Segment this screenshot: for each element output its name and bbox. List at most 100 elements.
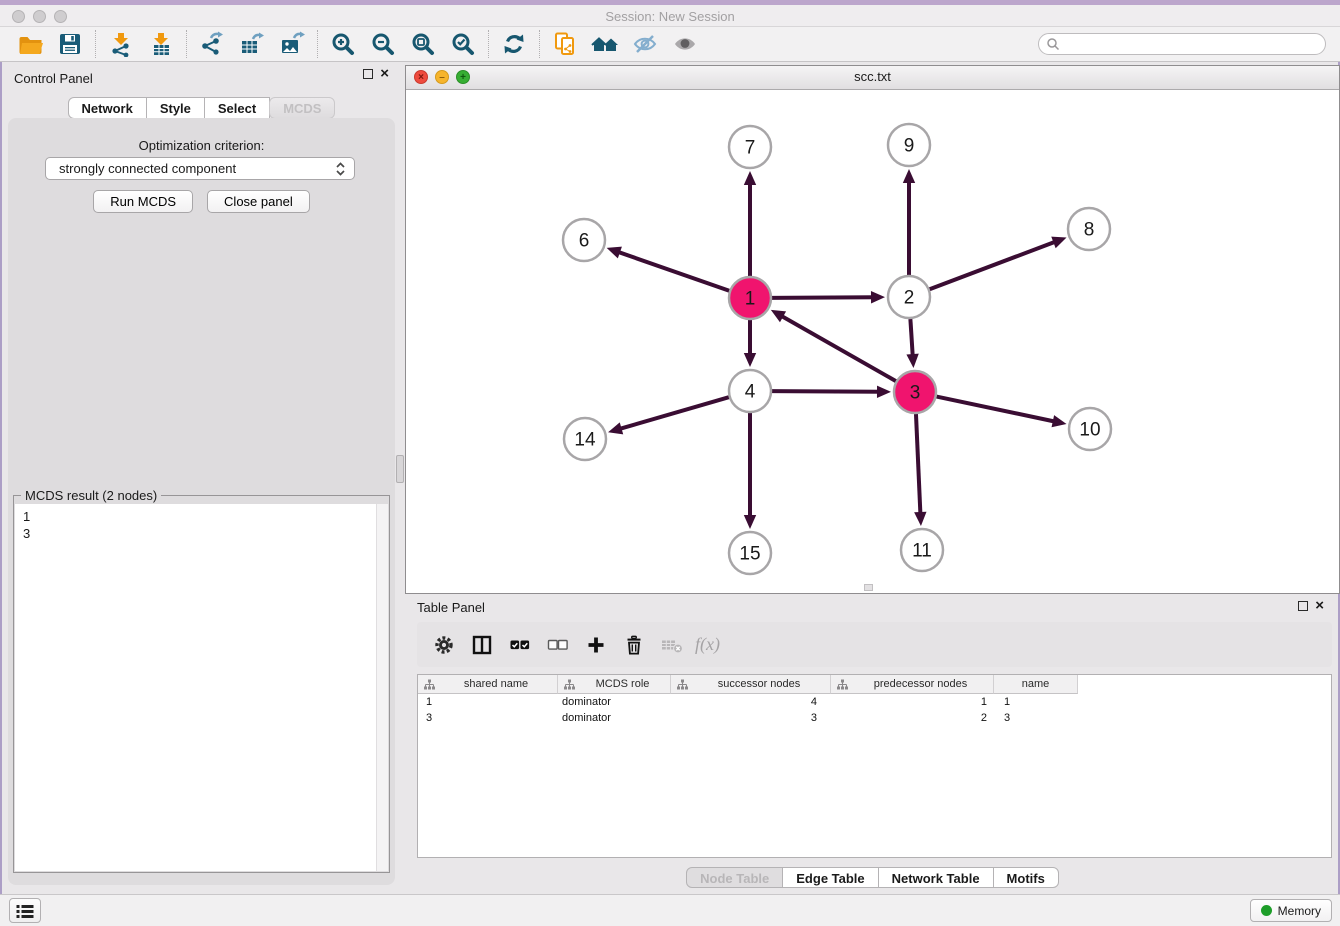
network-window-title: scc.txt [406, 69, 1339, 84]
graph-edge-2-3[interactable] [906, 319, 918, 368]
float-table-panel-icon[interactable] [1298, 601, 1308, 611]
column-header-name[interactable]: name [994, 675, 1078, 694]
graph-edge-1-7[interactable] [744, 171, 756, 276]
gear-icon[interactable] [425, 628, 463, 662]
zoom-in-icon[interactable] [323, 29, 363, 59]
graph-node-8[interactable]: 8 [1068, 208, 1110, 250]
column-header-label: predecessor nodes [848, 678, 993, 690]
canvas-resize-handle[interactable] [864, 584, 873, 591]
column-header-mcds-role[interactable]: MCDS role [558, 675, 671, 694]
run-mcds-button[interactable]: Run MCDS [93, 190, 193, 213]
graph-node-10[interactable]: 10 [1069, 408, 1111, 450]
toolbar-separator [95, 30, 96, 58]
zoom-out-icon[interactable] [363, 29, 403, 59]
column-header-shared-name[interactable]: shared name [418, 675, 558, 694]
panel-splitter-handle[interactable] [396, 455, 404, 483]
criterion-select[interactable]: strongly connected component [45, 157, 355, 180]
table-cell[interactable]: 4 [671, 694, 831, 710]
home-view-icon[interactable] [585, 29, 625, 59]
add-column-icon[interactable] [577, 628, 615, 662]
column-header-predecessor-nodes[interactable]: predecessor nodes [831, 675, 994, 694]
graph-node-14[interactable]: 14 [564, 418, 606, 460]
memory-button[interactable]: Memory [1250, 899, 1332, 922]
export-image-icon[interactable] [272, 29, 312, 59]
table-cell[interactable]: dominator [558, 710, 671, 726]
table-tab-edge-table[interactable]: Edge Table [782, 867, 878, 888]
graph-node-7[interactable]: 7 [729, 126, 771, 168]
graph-edge-1-4[interactable] [744, 320, 756, 367]
graph-edge-1-2[interactable] [772, 291, 885, 303]
graph-node-2[interactable]: 2 [888, 276, 930, 318]
search-input[interactable] [1064, 36, 1325, 52]
graph-node-6[interactable]: 6 [563, 219, 605, 261]
graph-node-4[interactable]: 4 [729, 370, 771, 412]
graph-node-3[interactable]: 3 [894, 371, 936, 413]
table-cell[interactable]: 3 [418, 710, 558, 726]
show-all-icon[interactable] [665, 29, 705, 59]
graph-edge-3-10[interactable] [937, 397, 1067, 428]
search-field[interactable] [1038, 33, 1326, 55]
network-view-window: × – + scc.txt 7968124314101511 [405, 65, 1340, 594]
hide-selection-icon[interactable] [625, 29, 665, 59]
graph-edge-1-6[interactable] [607, 247, 730, 291]
zoom-fit-icon[interactable] [403, 29, 443, 59]
export-table-icon[interactable] [232, 29, 272, 59]
graph-edge-3-11[interactable] [914, 414, 926, 526]
delete-column-icon[interactable] [653, 628, 691, 662]
close-panel-button[interactable]: Close panel [207, 190, 310, 213]
table-tab-motifs[interactable]: Motifs [993, 867, 1059, 888]
table-cell[interactable]: 1 [418, 694, 558, 710]
graph-node-15[interactable]: 15 [729, 532, 771, 574]
import-network-icon[interactable] [101, 29, 141, 59]
table-cell[interactable]: 1 [831, 694, 994, 710]
open-folder-icon[interactable] [10, 29, 50, 59]
control-tab-network[interactable]: Network [68, 97, 147, 119]
graph-edge-4-3[interactable] [772, 386, 891, 398]
graph-edge-4-15[interactable] [744, 413, 756, 529]
import-table-icon[interactable] [141, 29, 181, 59]
control-tab-select[interactable]: Select [204, 97, 270, 119]
copy-network-icon[interactable] [545, 29, 585, 59]
refresh-icon[interactable] [494, 29, 534, 59]
column-header-successor-nodes[interactable]: successor nodes [671, 675, 831, 694]
table-cell[interactable]: 2 [831, 710, 994, 726]
task-history-button[interactable] [9, 898, 41, 923]
table-header-row: shared name MCDS rolesuccessor nodes prede… [418, 675, 1331, 694]
graph-node-9[interactable]: 9 [888, 124, 930, 166]
attribute-tree-icon [424, 679, 435, 690]
graph-edge-2-9[interactable] [903, 169, 915, 275]
table-toolbar: f(x) [417, 622, 1332, 667]
close-panel-icon[interactable]: × [380, 69, 389, 79]
control-tab-mcds[interactable]: MCDS [269, 97, 335, 119]
export-network-icon[interactable] [192, 29, 232, 59]
table-cell[interactable]: 3 [671, 710, 831, 726]
select-all-icon[interactable] [501, 628, 539, 662]
function-builder-icon[interactable]: f(x) [695, 634, 720, 655]
result-scrollbar[interactable] [376, 504, 388, 871]
graph-node-1[interactable]: 1 [729, 277, 771, 319]
graph-node-11[interactable]: 11 [901, 529, 943, 571]
svg-text:1: 1 [745, 289, 756, 310]
split-view-icon[interactable] [463, 628, 501, 662]
network-canvas[interactable]: 7 9 6 8 1 2 4 3 14 10 15 11 [406, 90, 1339, 593]
float-panel-icon[interactable] [363, 69, 373, 79]
table-tab-network-table[interactable]: Network Table [878, 867, 994, 888]
zoom-selected-icon[interactable] [443, 29, 483, 59]
close-table-panel-icon[interactable]: × [1315, 601, 1324, 611]
memory-status-icon [1261, 905, 1272, 916]
graph-edge-4-14[interactable] [608, 397, 729, 434]
table-cell[interactable]: 3 [994, 710, 1078, 726]
graph-edge-3-1[interactable] [771, 310, 896, 381]
table-row[interactable]: 3dominator323 [418, 710, 1331, 726]
graph-edge-2-8[interactable] [930, 237, 1067, 290]
delete-trash-icon[interactable] [615, 628, 653, 662]
control-tab-style[interactable]: Style [146, 97, 205, 119]
save-icon[interactable] [50, 29, 90, 59]
unselect-all-icon[interactable] [539, 628, 577, 662]
table-cell[interactable]: dominator [558, 694, 671, 710]
table-tab-node-table[interactable]: Node Table [686, 867, 783, 888]
table-row[interactable]: 1dominator411 [418, 694, 1331, 710]
memory-label: Memory [1278, 904, 1321, 918]
column-header-label: MCDS role [575, 678, 670, 690]
table-cell[interactable]: 1 [994, 694, 1078, 710]
